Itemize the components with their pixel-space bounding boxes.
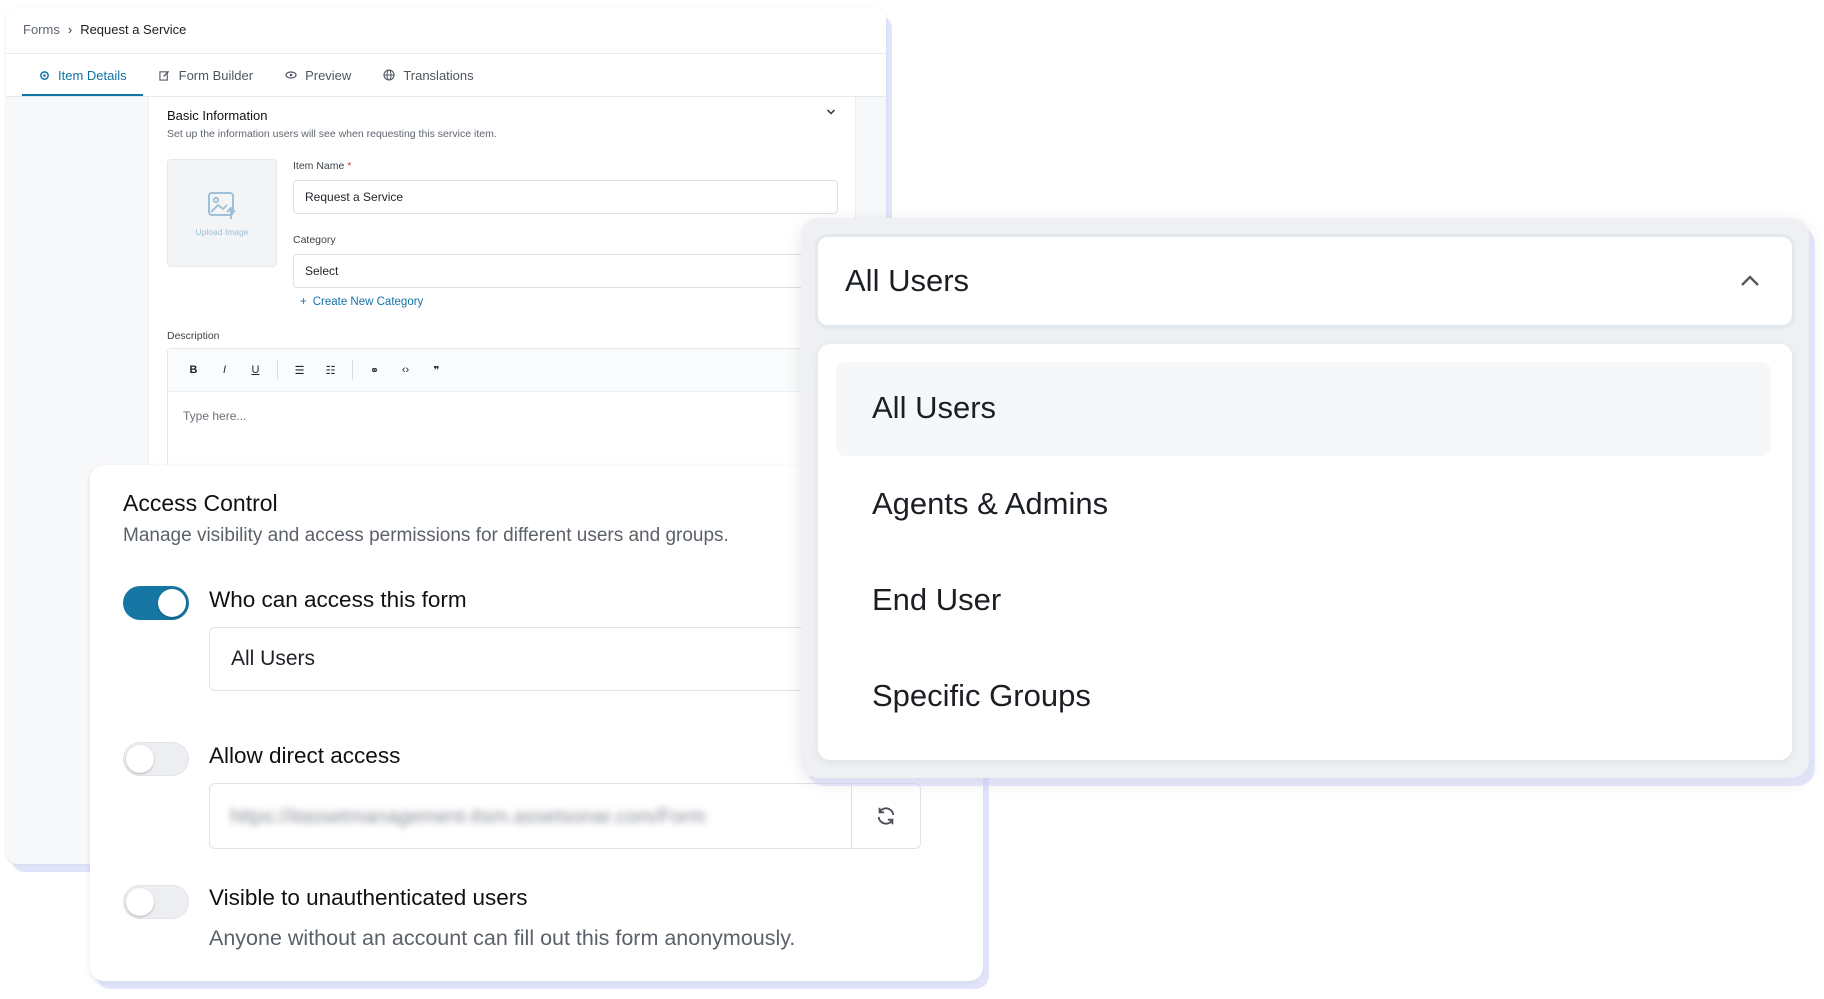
- toggle-knob: [158, 589, 186, 617]
- direct-access-toggle[interactable]: [123, 742, 189, 776]
- quote-button[interactable]: ❞: [421, 364, 452, 377]
- who-can-access-label: Who can access this form: [209, 587, 467, 612]
- refresh-icon: [877, 807, 895, 825]
- direct-access-label: Allow direct access: [209, 743, 401, 768]
- direct-access-url: https://itassetmanagement-itsm.assetsona…: [230, 806, 706, 828]
- tab-preview[interactable]: Preview: [269, 54, 367, 96]
- unauthenticated-toggle[interactable]: [123, 885, 189, 919]
- item-name-label-text: Item Name: [293, 160, 345, 172]
- breadcrumb-forms-link[interactable]: Forms: [23, 22, 60, 37]
- upload-image-button[interactable]: Upload Image: [167, 159, 277, 267]
- toggle-knob: [126, 888, 154, 916]
- tab-label: Preview: [305, 67, 352, 83]
- option-label: Agents & Admins: [872, 486, 1109, 521]
- description-label: Description: [167, 330, 220, 342]
- option-all-users[interactable]: All Users: [836, 362, 1771, 456]
- option-agents-admins[interactable]: Agents & Admins: [836, 458, 1771, 552]
- option-label: Specific Groups: [872, 678, 1091, 713]
- bullet-list-button[interactable]: ☰: [284, 364, 315, 377]
- tab-translations[interactable]: Translations: [367, 54, 489, 96]
- category-select[interactable]: Select: [293, 254, 853, 288]
- italic-button[interactable]: I: [209, 364, 240, 376]
- tab-label: Form Builder: [178, 67, 254, 83]
- bold-button[interactable]: B: [178, 364, 209, 376]
- globe-icon: [383, 69, 395, 81]
- breadcrumb-current: Request a Service: [80, 22, 187, 37]
- tab-form-builder[interactable]: Form Builder: [143, 54, 269, 96]
- description-placeholder[interactable]: Type here...: [183, 409, 246, 423]
- option-specific-groups[interactable]: Specific Groups: [836, 650, 1771, 744]
- chevron-right-icon: ›: [67, 22, 73, 37]
- direct-access-url-field[interactable]: https://itassetmanagement-itsm.assetsona…: [209, 783, 921, 849]
- option-end-user[interactable]: End User: [836, 554, 1771, 648]
- link-button[interactable]: ⚭: [359, 364, 390, 377]
- toggle-knob: [126, 745, 154, 773]
- description-editor: B I U ☰ ☷ ⚭ ‹› ❞ Type here...: [167, 348, 869, 480]
- chevron-down-icon[interactable]: [826, 107, 836, 119]
- toolbar-divider: [352, 360, 353, 380]
- who-can-access-toggle[interactable]: [123, 586, 189, 620]
- create-category-label: Create New Category: [312, 296, 424, 308]
- gear-icon: [38, 69, 50, 81]
- unauthenticated-description: Anyone without an account can fill out t…: [209, 926, 796, 950]
- code-button[interactable]: ‹›: [390, 364, 421, 376]
- item-name-label: Item Name *: [293, 160, 351, 172]
- option-label: End User: [872, 582, 1002, 617]
- eye-icon: [285, 69, 297, 81]
- required-mark: *: [347, 160, 352, 172]
- create-category-link[interactable]: + Create New Category: [300, 296, 423, 308]
- tab-item-details[interactable]: Item Details: [22, 54, 143, 96]
- unauthenticated-label: Visible to unauthenticated users: [209, 885, 528, 910]
- editor-toolbar: B I U ☰ ☷ ⚭ ‹› ❞: [168, 349, 868, 392]
- access-control-subtitle: Manage visibility and access permissions…: [123, 525, 729, 546]
- image-upload-icon: [208, 192, 236, 219]
- tab-label: Translations: [403, 67, 474, 83]
- chevron-up-icon[interactable]: [1738, 269, 1762, 293]
- item-name-input[interactable]: Request a Service: [293, 180, 838, 214]
- tab-bar: Item Details Form Builder Preview Transl…: [22, 54, 490, 96]
- edit-icon: [159, 69, 171, 81]
- plus-icon: +: [300, 296, 307, 308]
- tab-label: Item Details: [58, 67, 127, 83]
- category-label: Category: [293, 234, 336, 246]
- numbered-list-button[interactable]: ☷: [315, 364, 346, 377]
- dropdown-options: All Users Agents & Admins End User Speci…: [818, 344, 1792, 760]
- toolbar-divider: [277, 360, 278, 380]
- underline-button[interactable]: U: [240, 364, 271, 376]
- user-scope-dropdown: All Users All Users Agents & Admins End …: [801, 218, 1809, 778]
- regenerate-url-button[interactable]: [851, 784, 920, 848]
- section-title: Basic Information: [167, 108, 268, 123]
- user-scope-select[interactable]: All Users: [818, 237, 1792, 325]
- upload-image-label: Upload Image: [195, 227, 249, 237]
- breadcrumb: Forms › Request a Service: [23, 22, 186, 37]
- section-subtitle: Set up the information users will see wh…: [167, 128, 497, 140]
- option-label: All Users: [872, 390, 997, 425]
- access-control-title: Access Control: [123, 490, 278, 516]
- selected-value: All Users: [845, 263, 970, 298]
